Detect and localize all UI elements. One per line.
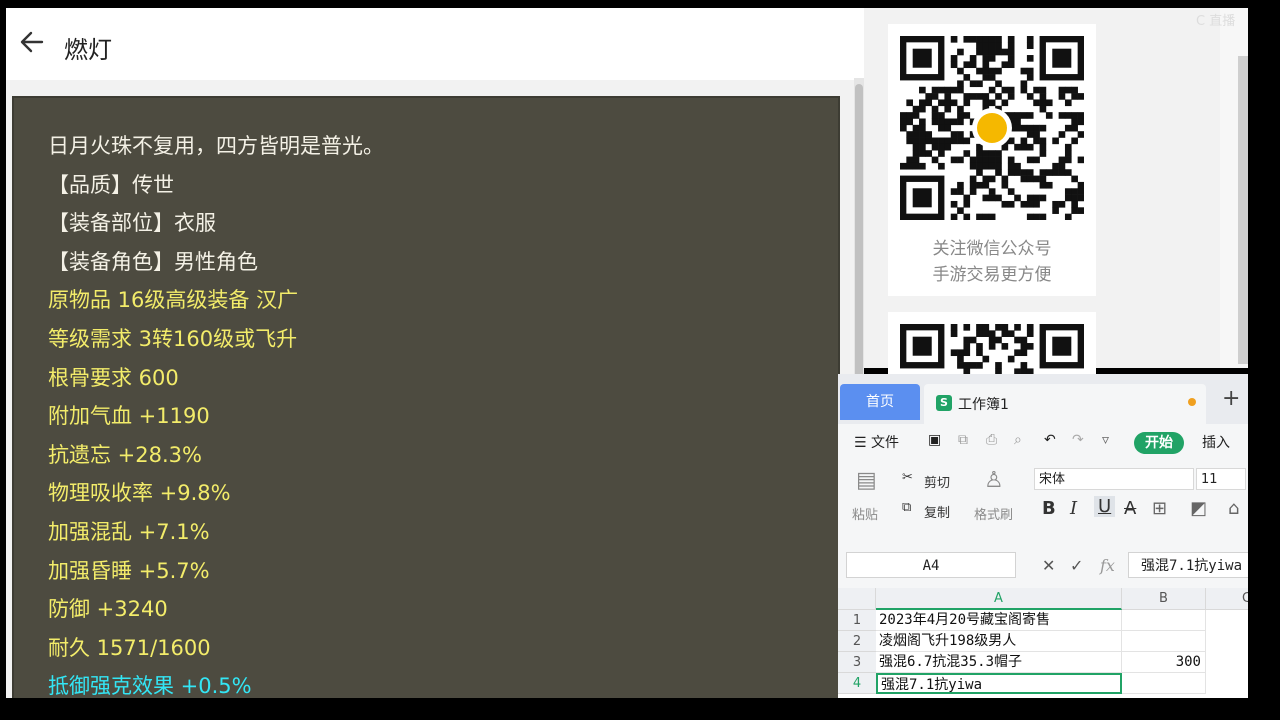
qr-caption-line1: 关注微信公众号: [932, 239, 1052, 259]
copy-icon[interactable]: ⧉: [902, 500, 911, 515]
tab-workbook-label: 工作簿1: [958, 397, 1009, 413]
font-color-icon[interactable]: ⌂: [1228, 498, 1239, 519]
item-stat-line: 【装备角色】男性角色: [48, 249, 258, 274]
undo-icon[interactable]: ↶: [1044, 432, 1056, 448]
format-painter-button[interactable]: 格式刷: [974, 504, 1013, 523]
cell-b2[interactable]: [1122, 631, 1206, 652]
confirm-edit-icon[interactable]: ✓: [1070, 556, 1083, 575]
menu-file-button[interactable]: ☰ 文件: [854, 432, 899, 452]
item-stat-line: 物理吸收率 +9.8%: [48, 481, 231, 506]
ribbon: ▤ 粘贴 ✂ 剪切 ⧉ 复制 ♙ 格式刷 宋体 11 B I U A ⊞ ◩ ⌂: [838, 462, 1248, 530]
hamburger-icon: ☰: [854, 435, 867, 451]
row-header[interactable]: 4: [838, 673, 876, 694]
item-stat-line: 抗遗忘 +28.3%: [48, 442, 202, 467]
qr-code-image: [900, 36, 1084, 220]
item-stat-line: 原物品 16级高级装备 汉广: [48, 288, 299, 313]
function-icon[interactable]: fx: [1100, 556, 1115, 575]
bold-icon[interactable]: B: [1042, 498, 1056, 519]
scrollbar[interactable]: [1238, 56, 1248, 364]
export-icon[interactable]: ⧉: [958, 432, 968, 448]
tab-workbook[interactable]: S 工作簿1: [924, 384, 1206, 424]
page-title: 燃灯: [64, 36, 112, 64]
preview-icon[interactable]: ⌕: [1014, 432, 1022, 448]
cell-b4[interactable]: [1122, 673, 1206, 694]
top-bar: 燃灯: [6, 8, 864, 80]
cell-grid: A B C 1 2023年4月20号藏宝阁寄售 2 凌烟阁飞升198级男人 3 …: [838, 588, 1248, 698]
font-size-select[interactable]: 11: [1196, 468, 1246, 490]
tab-home[interactable]: 首页: [840, 384, 920, 420]
menu-file-label: 文件: [871, 435, 900, 451]
formula-input[interactable]: 强混7.1抗yiwa: [1128, 552, 1248, 578]
cell-a3[interactable]: 强混6.7抗混35.3帽子: [876, 652, 1122, 673]
qr-card-wechat: 关注微信公众号 手游交易更方便: [888, 24, 1096, 296]
cell-b3[interactable]: 300: [1122, 652, 1206, 673]
column-header-b[interactable]: B: [1122, 588, 1206, 610]
formula-bar: A4 ✕ ✓ fx 强混7.1抗yiwa: [838, 546, 1248, 582]
copy-button[interactable]: 复制: [924, 502, 950, 521]
mascot-logo-icon: [977, 113, 1007, 143]
item-stat-line: 根骨要求 600: [48, 365, 179, 390]
item-stat-line: 附加气血 +1190: [48, 404, 210, 429]
cell-a2[interactable]: 凌烟阁飞升198级男人: [876, 631, 1122, 652]
scrollbar-thumb[interactable]: [855, 84, 863, 384]
add-tab-button[interactable]: +: [1222, 388, 1240, 410]
item-stats-panel: 日月火珠不复用，四方皆明是普光。 【品质】传世【装备部位】衣服【装备角色】男性角色…: [12, 96, 840, 698]
item-stat-line: 等级需求 3转160级或飞升: [48, 327, 298, 351]
item-stat-line: 加强昏睡 +5.7%: [48, 558, 210, 583]
font-family-select[interactable]: 宋体: [1034, 468, 1194, 490]
item-stat-line: 【装备部位】衣服: [48, 211, 216, 236]
format-painter-icon[interactable]: ♙: [984, 468, 1004, 493]
redo-icon[interactable]: ↷: [1072, 432, 1084, 448]
item-stat-line: 防御 +3240: [48, 597, 168, 622]
cut-icon[interactable]: ✂: [902, 470, 913, 485]
back-arrow-icon[interactable]: [18, 28, 46, 56]
column-header-c[interactable]: C: [1206, 588, 1248, 610]
spreadsheet-window: 首页 S 工作簿1 + ☰ 文件 ▣ ⧉ ⎙ ⌕ ↶ ↷ ▿ 开始 插入 ▤ 粘…: [838, 374, 1248, 698]
paste-button[interactable]: 粘贴: [852, 504, 878, 523]
strikethrough-icon[interactable]: A: [1124, 498, 1136, 519]
item-detail-window: 燃灯 日月火珠不复用，四方皆明是普光。 【品质】传世【装备部位】衣服【装备角色】男…: [6, 8, 864, 698]
item-stat-line: 耐久 1571/1600: [48, 635, 211, 660]
spreadsheet-app-icon: S: [936, 395, 952, 411]
watermark: C 直播: [1196, 14, 1236, 29]
cell-a4-active[interactable]: 强混7.1抗yiwa: [876, 673, 1122, 694]
menu-row: ☰ 文件 ▣ ⧉ ⎙ ⌕ ↶ ↷ ▿ 开始 插入: [838, 426, 1248, 460]
cell-b1[interactable]: [1122, 610, 1206, 631]
item-stat-line: 加强混乱 +7.1%: [48, 520, 210, 544]
item-stat-line: 抵御强克效果 +0.5%: [48, 674, 252, 698]
tab-start[interactable]: 开始: [1134, 432, 1184, 454]
row-header[interactable]: 1: [838, 610, 876, 631]
save-icon[interactable]: ▣: [928, 432, 941, 448]
borders-icon[interactable]: ⊞: [1152, 498, 1167, 519]
row-header[interactable]: 2: [838, 631, 876, 652]
cell-a1[interactable]: 2023年4月20号藏宝阁寄售: [876, 610, 1122, 631]
unsaved-dot-icon: [1188, 398, 1196, 406]
select-all-corner[interactable]: [838, 588, 876, 610]
row-header[interactable]: 3: [838, 652, 876, 673]
item-stat-line: 日月火珠不复用，四方皆明是普光。: [48, 134, 384, 158]
column-header-a[interactable]: A: [876, 588, 1122, 610]
cut-button[interactable]: 剪切: [924, 472, 950, 491]
italic-icon[interactable]: I: [1070, 498, 1077, 519]
item-stat-line: 【品质】传世: [48, 172, 174, 197]
qr-card-second: [888, 312, 1096, 382]
cancel-edit-icon[interactable]: ✕: [1042, 556, 1055, 575]
underline-icon[interactable]: U: [1094, 496, 1116, 517]
qr-caption-line2: 手游交易更方便: [932, 265, 1052, 285]
paste-icon[interactable]: ▤: [856, 468, 877, 493]
print-icon[interactable]: ⎙: [986, 432, 997, 448]
tab-bar: 首页 S 工作簿1 +: [838, 374, 1248, 424]
fill-color-icon[interactable]: ◩: [1190, 498, 1207, 519]
tab-insert[interactable]: 插入: [1202, 432, 1230, 452]
more-dropdown-icon[interactable]: ▿: [1102, 432, 1109, 448]
name-box[interactable]: A4: [846, 552, 1016, 578]
